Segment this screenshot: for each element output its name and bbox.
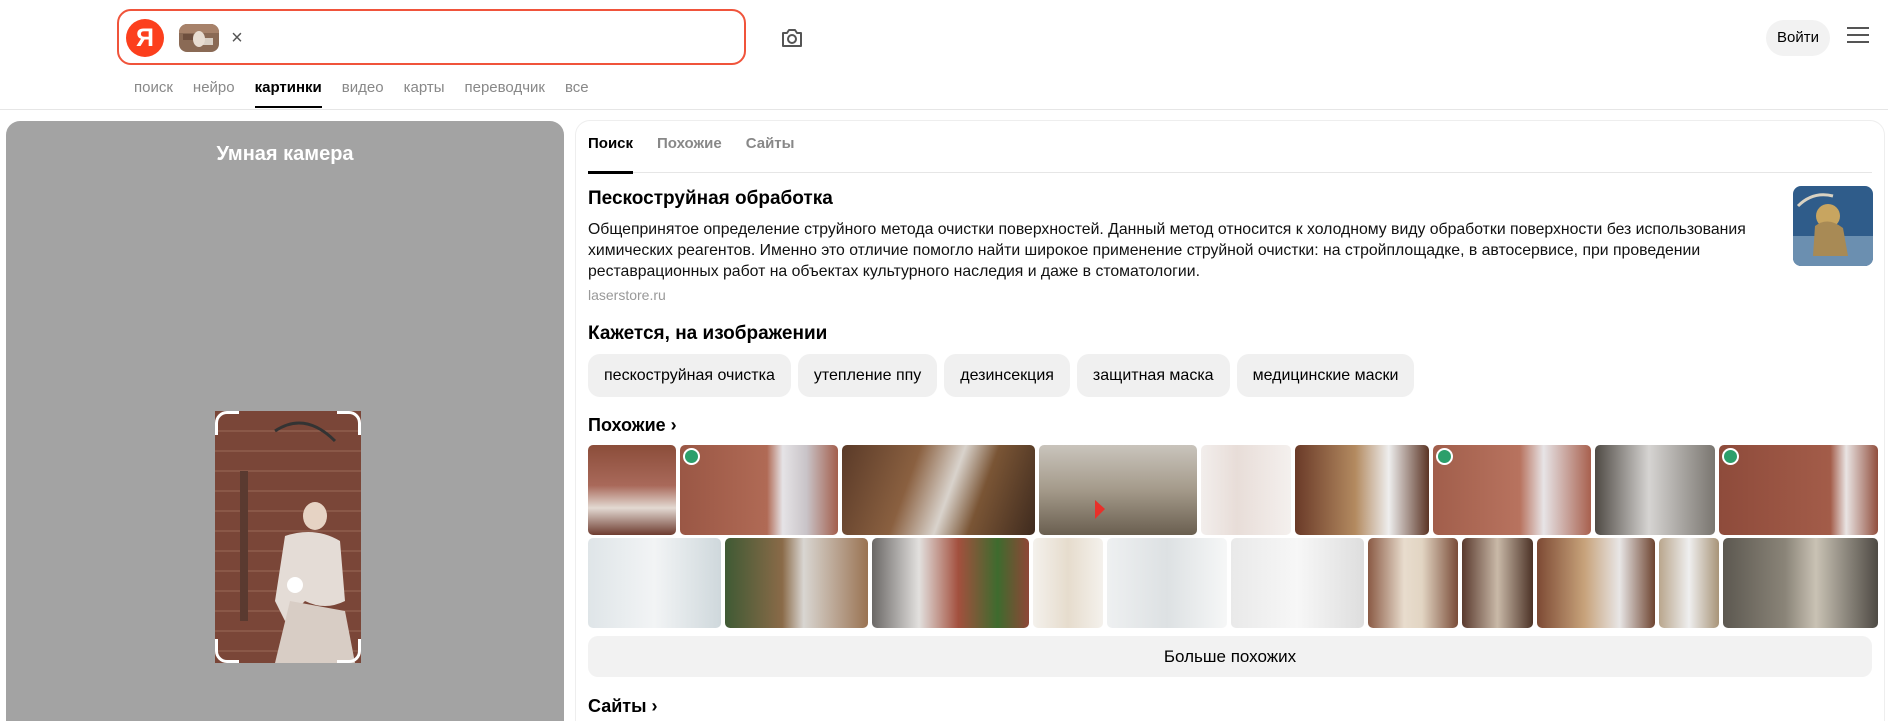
tag-item[interactable]: дезинсекция (944, 354, 1070, 397)
detected-objects-title: Кажется, на изображении (588, 323, 828, 344)
tab-sites[interactable]: Сайты (746, 121, 795, 173)
detected-tags: пескоструйная очистка утепление ппу дези… (588, 354, 1421, 397)
tag-item[interactable]: защитная маска (1076, 354, 1230, 397)
similar-image[interactable] (1201, 445, 1291, 535)
yandex-logo[interactable]: Я (126, 19, 164, 57)
similar-image[interactable] (1659, 538, 1719, 628)
crop-corner-top-left[interactable] (215, 411, 239, 435)
tag-item[interactable]: медицинские маски (1236, 354, 1415, 397)
nav-item-video[interactable]: видео (342, 78, 384, 108)
tag-item[interactable]: пескоструйная очистка (588, 354, 791, 397)
similar-image[interactable] (1433, 445, 1591, 535)
search-box[interactable]: Я × (117, 9, 746, 65)
similar-row (588, 538, 1878, 628)
nav-item-neuro[interactable]: нейро (193, 78, 235, 108)
menu-icon[interactable] (1847, 27, 1869, 45)
article-text: Общепринятое определение струйного метод… (588, 221, 1746, 280)
similar-image[interactable] (588, 445, 676, 535)
source-badge-icon (1436, 448, 1453, 465)
query-image-preview (215, 411, 361, 663)
similar-image[interactable] (1033, 538, 1103, 628)
crop-corner-top-right[interactable] (337, 411, 361, 435)
nav-item-search[interactable]: поиск (134, 78, 173, 108)
crop-corner-bottom-left[interactable] (215, 639, 239, 663)
smart-camera-panel: Умная камера (6, 121, 564, 721)
sites-section-title[interactable]: Сайты › (588, 696, 657, 717)
header: Я × Войти поиск нейро картинки видео кар… (0, 0, 1888, 110)
article-source[interactable]: laserstore.ru (588, 287, 666, 303)
article-thumbnail[interactable] (1793, 186, 1873, 266)
object-focus-point[interactable] (287, 577, 303, 593)
more-similar-button[interactable]: Больше похожих (588, 636, 1872, 677)
similar-image[interactable] (1107, 538, 1227, 628)
similar-image[interactable] (1462, 538, 1533, 628)
nav-item-maps[interactable]: карты (404, 78, 445, 108)
similar-image[interactable] (842, 445, 1035, 535)
similar-image[interactable] (680, 445, 838, 535)
results-tabs: Поиск Похожие Сайты (588, 121, 1872, 174)
source-badge-icon (683, 448, 700, 465)
nav-item-translator[interactable]: переводчик (464, 78, 544, 108)
similar-image[interactable] (872, 538, 1029, 628)
similar-image[interactable] (1231, 538, 1364, 628)
similar-section-title[interactable]: Похожие › (588, 415, 677, 436)
login-button[interactable]: Войти (1766, 20, 1830, 56)
similar-image[interactable] (1719, 445, 1878, 535)
similar-image[interactable] (1723, 538, 1878, 628)
crop-corner-bottom-right[interactable] (337, 639, 361, 663)
similar-image[interactable] (1368, 538, 1458, 628)
similar-image[interactable] (588, 538, 721, 628)
similar-row (588, 445, 1878, 535)
tab-search[interactable]: Поиск (588, 121, 634, 174)
close-icon[interactable]: × (227, 21, 247, 55)
source-badge-icon (1722, 448, 1739, 465)
results-panel: Поиск Похожие Сайты Пескоструйная обрабо… (576, 121, 1884, 721)
similar-image[interactable] (1595, 445, 1715, 535)
tab-similar[interactable]: Похожие (657, 121, 722, 173)
query-image-chip[interactable] (179, 24, 219, 52)
similar-image[interactable] (1295, 445, 1429, 535)
similar-image[interactable] (725, 538, 868, 628)
camera-icon[interactable] (778, 24, 806, 52)
similar-image[interactable] (1537, 538, 1655, 628)
service-nav: поиск нейро картинки видео карты перевод… (134, 78, 609, 108)
nav-item-images[interactable]: картинки (254, 78, 322, 108)
tag-item[interactable]: утепление ппу (797, 354, 938, 397)
similar-image[interactable] (1039, 445, 1197, 535)
nav-item-all[interactable]: все (565, 78, 589, 108)
article-title[interactable]: Пескоструйная обработка (588, 188, 833, 210)
smart-camera-title: Умная камера (216, 143, 354, 165)
